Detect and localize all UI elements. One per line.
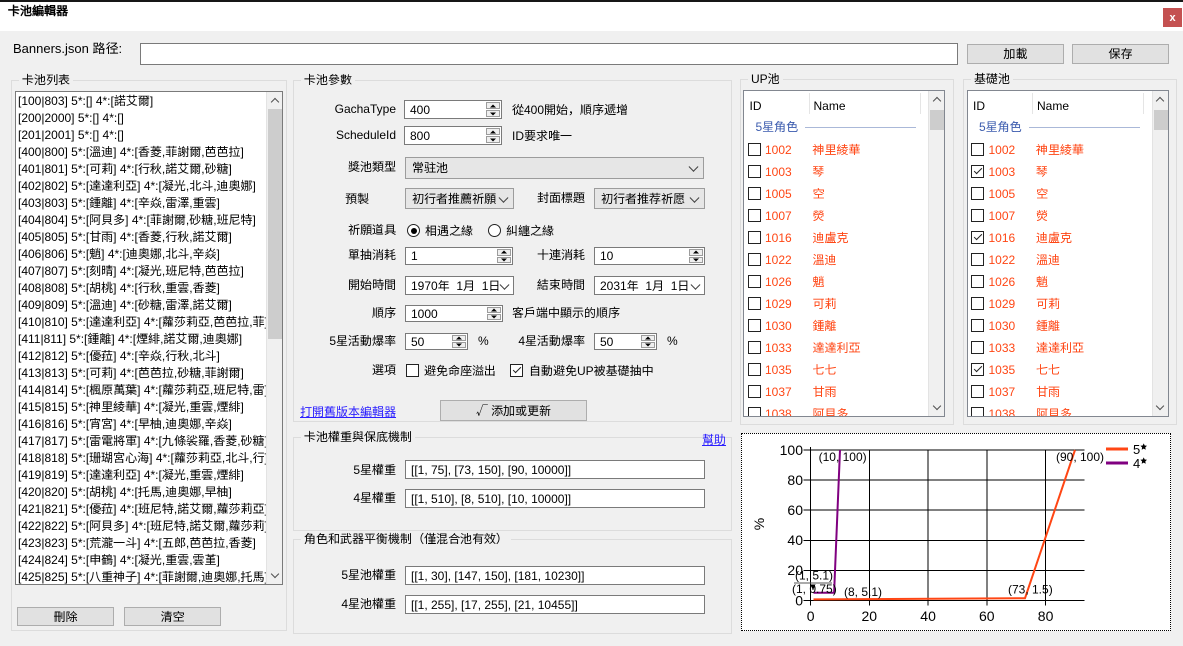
svg-text:20: 20 [862,608,878,624]
svg-text:60: 60 [787,502,803,518]
svg-text:(8, 5.1): (8, 5.1) [844,585,882,599]
svg-text:60: 60 [979,608,995,624]
svg-text:100: 100 [780,442,804,458]
svg-text:80: 80 [787,472,803,488]
svg-text:(90, 100): (90, 100) [1056,450,1104,464]
svg-text:0: 0 [807,608,815,624]
svg-text:(73, 1.5): (73, 1.5) [1008,583,1053,597]
svg-text:80: 80 [1038,608,1054,624]
svg-text:5: 5 [1133,442,1140,457]
svg-text:40: 40 [920,608,936,624]
svg-text:4: 4 [1133,456,1140,471]
svg-text:40: 40 [787,532,803,548]
svg-text:(1, 5.1): (1, 5.1) [795,569,833,583]
svg-text:(1, 0.75): (1, 0.75) [792,582,837,596]
svg-text:%: % [751,518,767,530]
svg-text:(10, 100): (10, 100) [819,450,867,464]
